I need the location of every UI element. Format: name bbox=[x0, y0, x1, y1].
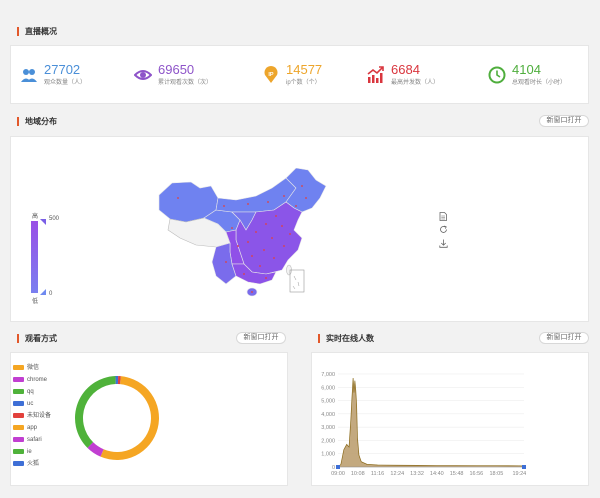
y-tick-label: 5,000 bbox=[321, 399, 335, 405]
zoom-handle-left[interactable] bbox=[336, 465, 340, 469]
realtime-open-new-window-button[interactable]: 新窗口打开 bbox=[539, 332, 589, 344]
y-tick-label: 7,000 bbox=[321, 372, 335, 378]
x-tick-label: 13:32 bbox=[410, 471, 424, 477]
legend-swatch bbox=[13, 461, 24, 466]
save-image-icon[interactable] bbox=[439, 212, 447, 221]
realtime-title: 实时在线人数 bbox=[318, 334, 374, 343]
watch-mode-donut-chart[interactable] bbox=[72, 373, 162, 463]
legend-swatch bbox=[13, 437, 24, 442]
eye-icon bbox=[134, 70, 152, 80]
download-icon[interactable] bbox=[439, 239, 448, 248]
stat-value: 27702 bbox=[44, 62, 81, 77]
legend-item[interactable]: 微信 bbox=[13, 365, 39, 372]
legend-item[interactable]: ie bbox=[13, 449, 32, 456]
scale-high-label: 高 bbox=[32, 214, 39, 220]
legend-swatch bbox=[13, 425, 24, 430]
stat-card: 27702 观众数量（人） bbox=[20, 60, 130, 90]
visual-map-scale[interactable] bbox=[31, 221, 38, 293]
ip-pin-icon: IP bbox=[264, 66, 278, 83]
realtime-online-chart[interactable]: 01,0002,0003,0004,0005,0006,0007,00009:0… bbox=[312, 353, 588, 485]
x-tick-label: 10:08 bbox=[351, 471, 365, 477]
overview-title: 直播概况 bbox=[17, 27, 57, 36]
legend-swatch bbox=[13, 401, 24, 406]
scale-handle-top[interactable] bbox=[40, 219, 46, 225]
legend-swatch bbox=[13, 365, 24, 370]
x-tick-label: 19:24 bbox=[512, 471, 526, 477]
watch-mode-title: 观看方式 bbox=[17, 334, 57, 343]
region-title: 地域分布 bbox=[17, 117, 57, 126]
stat-card: 69650 累计观看次数（次） bbox=[134, 60, 244, 90]
x-tick-label: 12:24 bbox=[390, 471, 404, 477]
scale-low-label: 低 bbox=[32, 299, 39, 305]
stat-card: IP 14577 ip个数（个） bbox=[262, 60, 372, 90]
legend-label: qq bbox=[27, 389, 34, 396]
donut-slice[interactable] bbox=[100, 376, 159, 460]
south-china-sea-inset bbox=[289, 269, 305, 293]
y-tick-label: 2,000 bbox=[321, 438, 335, 444]
region-panel: 高 500 0 低 bbox=[10, 136, 589, 322]
legend-item[interactable]: chrome bbox=[13, 377, 47, 384]
y-tick-label: 6,000 bbox=[321, 385, 335, 391]
x-tick-label: 11:16 bbox=[371, 471, 384, 477]
donut-slice[interactable] bbox=[115, 376, 119, 385]
stat-label: ip个数（个） bbox=[286, 80, 321, 86]
legend-swatch bbox=[13, 389, 24, 394]
y-tick-label: 3,000 bbox=[321, 425, 335, 431]
stat-label: 观众数量（人） bbox=[44, 80, 87, 86]
clock-icon bbox=[488, 66, 506, 84]
stat-label: 最高并发数（人） bbox=[391, 80, 440, 86]
china-map[interactable] bbox=[156, 168, 336, 303]
x-tick-label: 16:56 bbox=[469, 471, 483, 477]
stat-value: 6684 bbox=[391, 62, 420, 77]
legend-item[interactable]: safari bbox=[13, 437, 42, 444]
x-tick-label: 18:05 bbox=[490, 471, 504, 477]
scale-handle-bottom[interactable] bbox=[40, 289, 46, 295]
svg-text:IP: IP bbox=[268, 72, 274, 78]
legend-item[interactable]: app bbox=[13, 425, 37, 432]
stat-card: 6684 最高并发数（人） bbox=[367, 60, 477, 90]
x-tick-label: 14:40 bbox=[430, 471, 444, 477]
legend-label: uc bbox=[27, 401, 34, 408]
x-tick-label: 09:00 bbox=[331, 471, 345, 477]
legend-swatch bbox=[13, 449, 24, 454]
stat-label: 总观看时长（小时） bbox=[512, 80, 567, 86]
scale-min-label: 0 bbox=[49, 291, 53, 297]
zoom-handle-right[interactable] bbox=[522, 465, 526, 469]
stat-value: 69650 bbox=[158, 62, 195, 77]
scale-max-label: 500 bbox=[49, 216, 60, 222]
legend-label: safari bbox=[27, 437, 42, 444]
legend-label: 火狐 bbox=[27, 461, 40, 468]
legend-item[interactable]: 火狐 bbox=[13, 461, 39, 468]
legend-label: chrome bbox=[27, 377, 48, 384]
legend-swatch bbox=[13, 413, 24, 418]
legend-item[interactable]: 未知设备 bbox=[13, 413, 51, 420]
x-tick-label: 15:48 bbox=[450, 471, 464, 477]
legend-item[interactable]: qq bbox=[13, 389, 34, 396]
legend-label: ie bbox=[27, 449, 32, 456]
y-tick-label: 1,000 bbox=[321, 452, 335, 458]
stat-value: 4104 bbox=[512, 62, 541, 77]
donut-slice[interactable] bbox=[75, 376, 116, 448]
watch-mode-open-new-window-button[interactable]: 新窗口打开 bbox=[236, 332, 286, 344]
legend-label: 微信 bbox=[27, 365, 40, 372]
region-open-new-window-button[interactable]: 新窗口打开 bbox=[539, 115, 589, 127]
stat-value: 14577 bbox=[286, 62, 323, 77]
stat-card: 4104 总观看时长（小时） bbox=[488, 60, 598, 90]
y-tick-label: 4,000 bbox=[321, 412, 335, 418]
legend-label: 未知设备 bbox=[27, 413, 52, 420]
legend-swatch bbox=[13, 377, 24, 382]
trend-up-icon bbox=[367, 66, 384, 83]
legend-label: app bbox=[27, 425, 38, 432]
users-icon bbox=[21, 69, 37, 82]
legend-item[interactable]: uc bbox=[13, 401, 33, 408]
stat-label: 累计观看次数（次） bbox=[158, 80, 213, 86]
refresh-icon[interactable] bbox=[439, 225, 448, 234]
